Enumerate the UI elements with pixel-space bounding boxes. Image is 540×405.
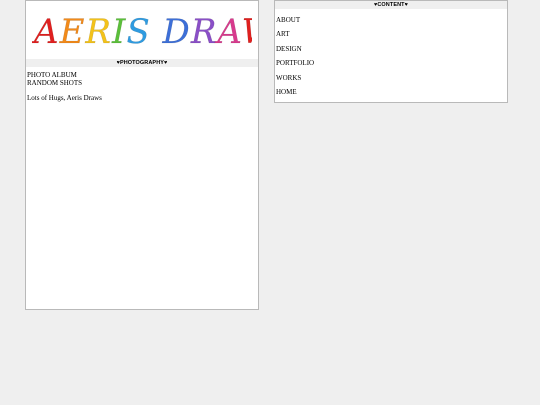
logo-letter: A <box>214 12 241 51</box>
nav-about[interactable]: ABOUT <box>275 16 507 30</box>
logo-letter: D <box>162 12 191 51</box>
logo-letter: A <box>32 12 60 51</box>
nav-art[interactable]: ART <box>275 30 507 44</box>
photography-panel: AERIS DRAWS ♥PHOTOGRAPHY♥ PHOTO ALBUM RA… <box>25 0 259 310</box>
random-shots-link[interactable]: RANDOM SHOTS <box>26 79 258 88</box>
photography-header: ♥PHOTOGRAPHY♥ <box>26 59 258 67</box>
site-logo[interactable]: AERIS DRAWS <box>26 1 258 59</box>
svg-text:AERIS DRAWS: AERIS DRAWS <box>32 12 252 51</box>
content-nav: ABOUT ART DESIGN PORTFOLIO WORKS HOME <box>275 16 507 102</box>
logo-letter: S <box>126 12 150 51</box>
logo-letter: R <box>84 12 112 51</box>
signoff-text: Lots of Hugs, Aeris Draws <box>27 94 102 102</box>
nav-design[interactable]: DESIGN <box>275 45 507 59</box>
logo-letter <box>151 12 163 51</box>
nav-works[interactable]: WORKS <box>275 74 507 88</box>
content-header: ♥CONTENT♥ <box>275 1 507 9</box>
logo-letter: E <box>59 12 86 51</box>
logo-letter: I <box>111 12 126 51</box>
content-panel: ♥CONTENT♥ ABOUT ART DESIGN PORTFOLIO WOR… <box>274 0 508 103</box>
logo-letter: R <box>190 12 218 51</box>
logo-graphic: AERIS DRAWS <box>32 12 252 51</box>
nav-portfolio[interactable]: PORTFOLIO <box>275 59 507 73</box>
logo-letter: W <box>242 12 252 51</box>
nav-home[interactable]: HOME <box>275 88 507 102</box>
